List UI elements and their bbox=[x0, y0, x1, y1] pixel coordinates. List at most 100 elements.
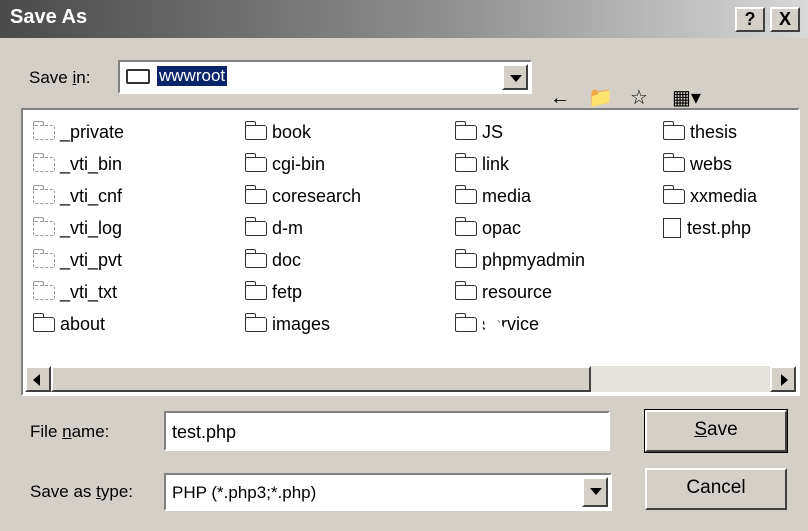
list-item[interactable]: book bbox=[245, 120, 311, 144]
list-item[interactable]: fetp bbox=[245, 280, 302, 304]
save-as-dialog: Save As ? X Save in: wwwroot ← 📁 ☆ ▦▾ te… bbox=[0, 0, 808, 531]
list-item[interactable]: d-m bbox=[245, 216, 303, 240]
title-bar[interactable]: Save As ? X bbox=[0, 0, 808, 38]
folder-icon bbox=[663, 184, 685, 204]
folder-icon bbox=[245, 216, 267, 236]
back-arrow-icon[interactable]: ← bbox=[550, 86, 570, 110]
list-item[interactable]: phpmyadmin bbox=[455, 248, 585, 272]
folder-icon bbox=[455, 280, 477, 300]
list-item[interactable]: xxmedia bbox=[663, 184, 757, 208]
folder-icon bbox=[663, 120, 685, 140]
folder-icon bbox=[455, 248, 477, 268]
file-name: media bbox=[482, 185, 532, 206]
horizontal-scrollbar[interactable] bbox=[25, 366, 796, 392]
file-name: webs bbox=[690, 153, 733, 174]
list-item[interactable]: _vti_log bbox=[33, 216, 122, 240]
list-item[interactable]: JS bbox=[455, 120, 503, 144]
scroll-right-button[interactable] bbox=[770, 366, 796, 392]
save-as-type-value: PHP (*.php3;*.php) bbox=[172, 483, 317, 502]
folder-icon bbox=[245, 312, 267, 332]
list-item[interactable]: test.php bbox=[663, 216, 751, 240]
folder-icon bbox=[33, 312, 55, 332]
file-name: JS bbox=[482, 121, 504, 142]
save-in-value: wwwroot bbox=[157, 66, 228, 86]
folder-icon bbox=[245, 152, 267, 172]
folder-icon bbox=[455, 120, 477, 140]
folder-icon bbox=[33, 184, 55, 204]
folder-icon bbox=[455, 152, 477, 172]
list-item[interactable]: thesis bbox=[663, 120, 737, 144]
file-name: about bbox=[60, 313, 106, 334]
file-name: _vti_log bbox=[60, 217, 123, 238]
scroll-thumb[interactable] bbox=[51, 366, 591, 392]
file-name: _vti_cnf bbox=[60, 185, 123, 206]
file-name: test.php bbox=[687, 217, 752, 238]
list-item[interactable]: _vti_txt bbox=[33, 280, 117, 304]
list-item[interactable]: opac bbox=[455, 216, 521, 240]
file-name-value: test.php bbox=[172, 422, 237, 442]
file-name-input[interactable]: test.php bbox=[164, 411, 610, 451]
up-one-level-icon[interactable]: 📁 bbox=[588, 86, 613, 110]
list-item[interactable]: about bbox=[33, 312, 105, 336]
file-name: _vti_txt bbox=[60, 281, 118, 302]
file-name: _vti_bin bbox=[60, 153, 123, 174]
folder-open-icon bbox=[126, 69, 150, 84]
list-item[interactable]: _vti_pvt bbox=[33, 248, 122, 272]
folder-icon bbox=[33, 280, 55, 300]
window-title: Save As bbox=[10, 6, 88, 28]
help-button[interactable]: ? bbox=[735, 7, 765, 32]
folder-icon bbox=[245, 120, 267, 140]
list-item[interactable]: media bbox=[455, 184, 531, 208]
file-name: book bbox=[272, 121, 312, 142]
folder-icon bbox=[455, 216, 477, 236]
file-name: opac bbox=[482, 217, 522, 238]
list-item[interactable]: _vti_bin bbox=[33, 152, 122, 176]
list-item[interactable]: webs bbox=[663, 152, 732, 176]
file-name: _private bbox=[60, 121, 125, 142]
folder-icon bbox=[663, 152, 685, 172]
folder-icon bbox=[245, 184, 267, 204]
folder-icon bbox=[33, 152, 55, 172]
list-item[interactable]: _vti_cnf bbox=[33, 184, 122, 208]
file-name: resource bbox=[482, 281, 553, 302]
view-menu-icon[interactable]: ▦▾ bbox=[672, 86, 701, 110]
file-name: _vti_pvt bbox=[60, 249, 123, 270]
scroll-left-button[interactable] bbox=[25, 366, 51, 392]
file-name: xxmedia bbox=[690, 185, 758, 206]
close-button[interactable]: X bbox=[770, 7, 800, 32]
list-item[interactable]: link bbox=[455, 152, 509, 176]
file-name: cgi-bin bbox=[272, 153, 326, 174]
folder-icon bbox=[245, 248, 267, 268]
new-folder-icon[interactable]: ☆ bbox=[630, 86, 648, 110]
save-as-type-label: Save as type: bbox=[30, 482, 134, 501]
chevron-down-icon[interactable] bbox=[502, 64, 528, 90]
list-item[interactable]: coresearch bbox=[245, 184, 361, 208]
chevron-down-icon[interactable] bbox=[582, 477, 608, 507]
list-item[interactable]: _private bbox=[33, 120, 124, 144]
folder-icon bbox=[455, 312, 477, 332]
file-name: fetp bbox=[272, 281, 303, 302]
file-list[interactable]: test.php xxmedia webs thesis service resource… bbox=[21, 108, 800, 396]
file-name: images bbox=[272, 313, 331, 334]
folder-icon bbox=[245, 280, 267, 300]
save-as-type-select[interactable]: PHP (*.php3;*.php) bbox=[164, 473, 612, 511]
php-file-icon bbox=[663, 218, 681, 238]
file-name: coresearch bbox=[272, 185, 362, 206]
list-item[interactable]: cgi-bin bbox=[245, 152, 325, 176]
file-name: link bbox=[482, 153, 510, 174]
file-name: doc bbox=[272, 249, 302, 270]
folder-icon bbox=[33, 120, 55, 140]
list-item[interactable]: doc bbox=[245, 248, 301, 272]
save-in-combobox[interactable]: wwwroot bbox=[118, 60, 532, 94]
save-button[interactable]: Save bbox=[644, 409, 788, 453]
cancel-button[interactable]: Cancel bbox=[645, 468, 787, 510]
file-name: phpmyadmin bbox=[482, 249, 586, 270]
list-item[interactable]: images bbox=[245, 312, 330, 336]
file-name-label: File name: bbox=[30, 422, 110, 441]
list-item[interactable]: resource bbox=[455, 280, 552, 304]
folder-icon bbox=[33, 216, 55, 236]
folder-icon bbox=[455, 184, 477, 204]
file-name: d-m bbox=[272, 217, 303, 238]
save-in-label: Save in: bbox=[29, 68, 91, 87]
file-name: thesis bbox=[690, 121, 738, 142]
